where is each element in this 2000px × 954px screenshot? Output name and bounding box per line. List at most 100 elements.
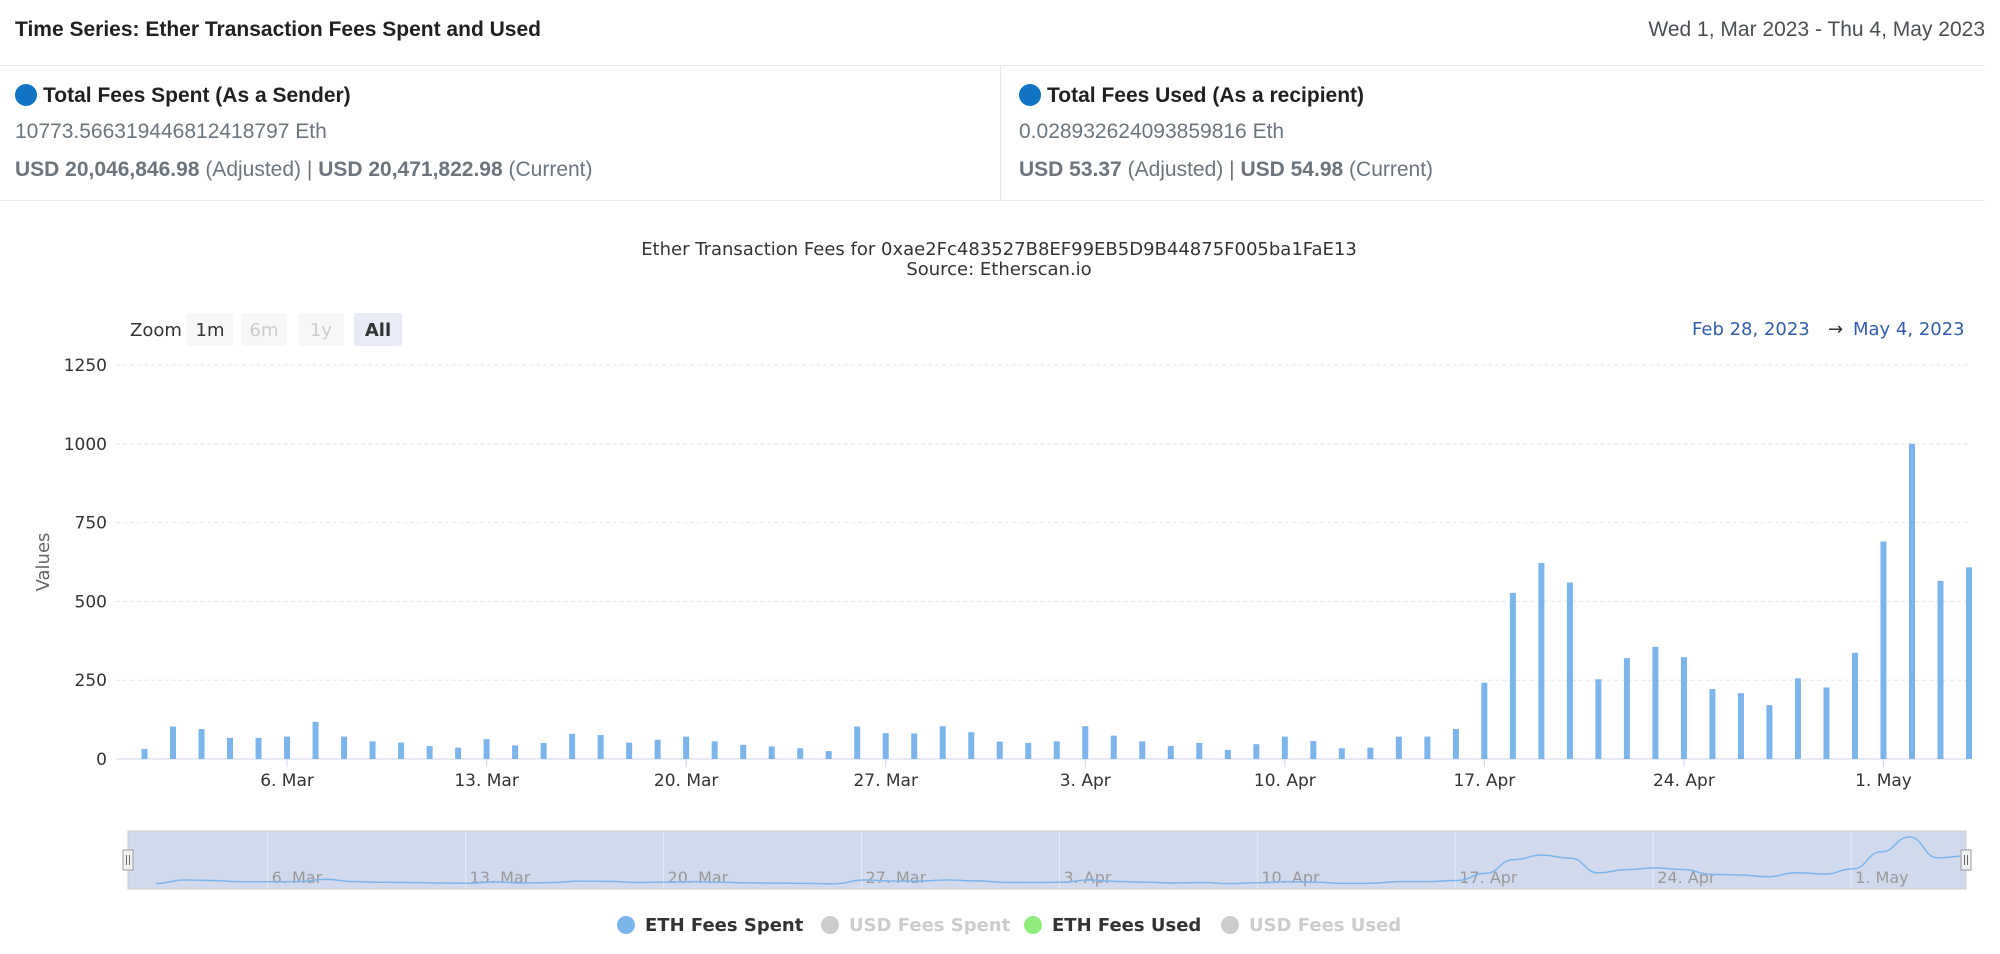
y-tick-label: 1000 (64, 435, 107, 455)
navigator-tick-label: 6. Mar (272, 868, 323, 887)
bar[interactable] (654, 739, 661, 759)
x-tick-label: 6. Mar (260, 771, 314, 791)
bar[interactable] (426, 746, 433, 759)
bar[interactable] (1623, 658, 1630, 759)
bar[interactable] (141, 748, 148, 759)
bar[interactable] (1966, 567, 1972, 759)
bar[interactable] (996, 741, 1003, 759)
bar[interactable] (1937, 580, 1944, 759)
bar[interactable] (768, 746, 775, 759)
bar[interactable] (1481, 682, 1488, 759)
bar[interactable] (911, 733, 918, 759)
bar[interactable] (1509, 592, 1516, 759)
svg-text:1m: 1m (196, 320, 225, 341)
bar[interactable] (1110, 735, 1117, 759)
legend-item[interactable]: ETH Fees Spent (617, 915, 804, 936)
bar[interactable] (1424, 736, 1431, 759)
svg-text:6m: 6m (250, 320, 279, 341)
range-to[interactable]: May 4, 2023 (1853, 319, 1965, 340)
legend: ETH Fees Spent USD Fees Spent ETH Fees Use… (617, 915, 1401, 936)
bar[interactable] (1224, 749, 1231, 759)
bar[interactable] (569, 733, 576, 759)
bar[interactable] (227, 737, 234, 759)
bar[interactable] (170, 726, 177, 759)
bar[interactable] (341, 736, 348, 759)
bar[interactable] (711, 741, 718, 759)
bar[interactable] (1566, 582, 1573, 759)
bar[interactable] (1452, 729, 1459, 759)
bar[interactable] (597, 735, 604, 759)
bar[interactable] (1338, 748, 1345, 759)
bar[interactable] (854, 726, 861, 759)
bar[interactable] (1196, 742, 1203, 759)
bar[interactable] (1880, 541, 1887, 759)
bar[interactable] (1310, 741, 1317, 759)
bar[interactable] (1908, 443, 1915, 759)
bar[interactable] (1167, 746, 1174, 759)
bar[interactable] (1680, 657, 1687, 759)
legend-item[interactable]: ETH Fees Used (1024, 915, 1201, 936)
legend-item[interactable]: USD Fees Spent (821, 915, 1011, 936)
zoom-button-All[interactable]: All (354, 313, 402, 346)
bar[interactable] (540, 742, 547, 759)
bar[interactable] (1709, 689, 1716, 759)
x-tick-label: 13. Mar (454, 771, 519, 791)
range-arrow: → (1828, 319, 1843, 340)
bar[interactable] (968, 732, 975, 759)
navigator-handle-right[interactable] (1960, 849, 1972, 871)
bar[interactable] (1823, 687, 1830, 759)
navigator[interactable]: 6. Mar 13. Mar 20. Mar 27. Mar 3. Apr 10. Apr… (122, 830, 1972, 890)
bar[interactable] (1139, 741, 1146, 759)
bar[interactable] (825, 751, 832, 759)
bar[interactable] (797, 748, 804, 759)
bar[interactable] (683, 736, 690, 759)
bar[interactable] (1538, 562, 1545, 759)
zoom-button-1y[interactable]: 1y (298, 313, 344, 346)
y-tick-label: 0 (96, 750, 107, 770)
bar[interactable] (1737, 693, 1744, 759)
bar[interactable] (1851, 652, 1858, 759)
bar[interactable] (1395, 736, 1402, 759)
bar[interactable] (740, 744, 747, 759)
bar[interactable] (398, 742, 405, 759)
bar[interactable] (1281, 736, 1288, 759)
y-tick-label: 500 (75, 592, 107, 612)
bar[interactable] (1367, 747, 1374, 759)
svg-text:ETH Fees Used: ETH Fees Used (1052, 915, 1201, 936)
bar[interactable] (1652, 646, 1659, 759)
bar[interactable] (626, 742, 633, 759)
bar[interactable] (198, 729, 205, 759)
navigator-tick-label: 20. Mar (668, 868, 729, 887)
bar[interactable] (1794, 678, 1801, 759)
zoom-button-6m[interactable]: 6m (241, 313, 287, 346)
x-axis-ticks: 6. Mar 13. Mar 20. Mar 27. Mar 3. Apr 10. Apr… (260, 759, 1912, 791)
grid-lines (116, 364, 1969, 760)
y-axis-label: Values (33, 533, 54, 592)
navigator-handle-left[interactable] (122, 849, 134, 871)
bar[interactable] (882, 733, 889, 759)
bar[interactable] (512, 745, 519, 759)
bar[interactable] (483, 739, 490, 759)
bar[interactable] (939, 726, 946, 759)
bar[interactable] (1053, 741, 1060, 759)
svg-text:1y: 1y (310, 320, 332, 341)
bar[interactable] (1766, 705, 1773, 759)
zoom-button-1m[interactable]: 1m (187, 313, 233, 346)
fees-chart: Ether Transaction Fees for 0xae2Fc483527… (33, 239, 1972, 936)
bar[interactable] (1025, 742, 1032, 759)
svg-text:ETH Fees Spent: ETH Fees Spent (645, 915, 804, 936)
bar[interactable] (284, 736, 291, 759)
navigator-tick-label: 27. Mar (865, 868, 926, 887)
bar[interactable] (1253, 744, 1260, 759)
svg-text:All: All (365, 320, 391, 341)
legend-item[interactable]: USD Fees Used (1221, 915, 1401, 936)
range-from[interactable]: Feb 28, 2023 (1692, 319, 1810, 340)
bar[interactable] (1595, 679, 1602, 759)
bar[interactable] (255, 737, 262, 759)
zoom-control: Zoom 1m 6m 1y All (130, 313, 402, 346)
bar[interactable] (455, 747, 462, 759)
x-tick-label: 10. Apr (1254, 771, 1316, 791)
bar[interactable] (369, 741, 376, 759)
bar[interactable] (1082, 726, 1089, 759)
bar[interactable] (312, 721, 319, 759)
